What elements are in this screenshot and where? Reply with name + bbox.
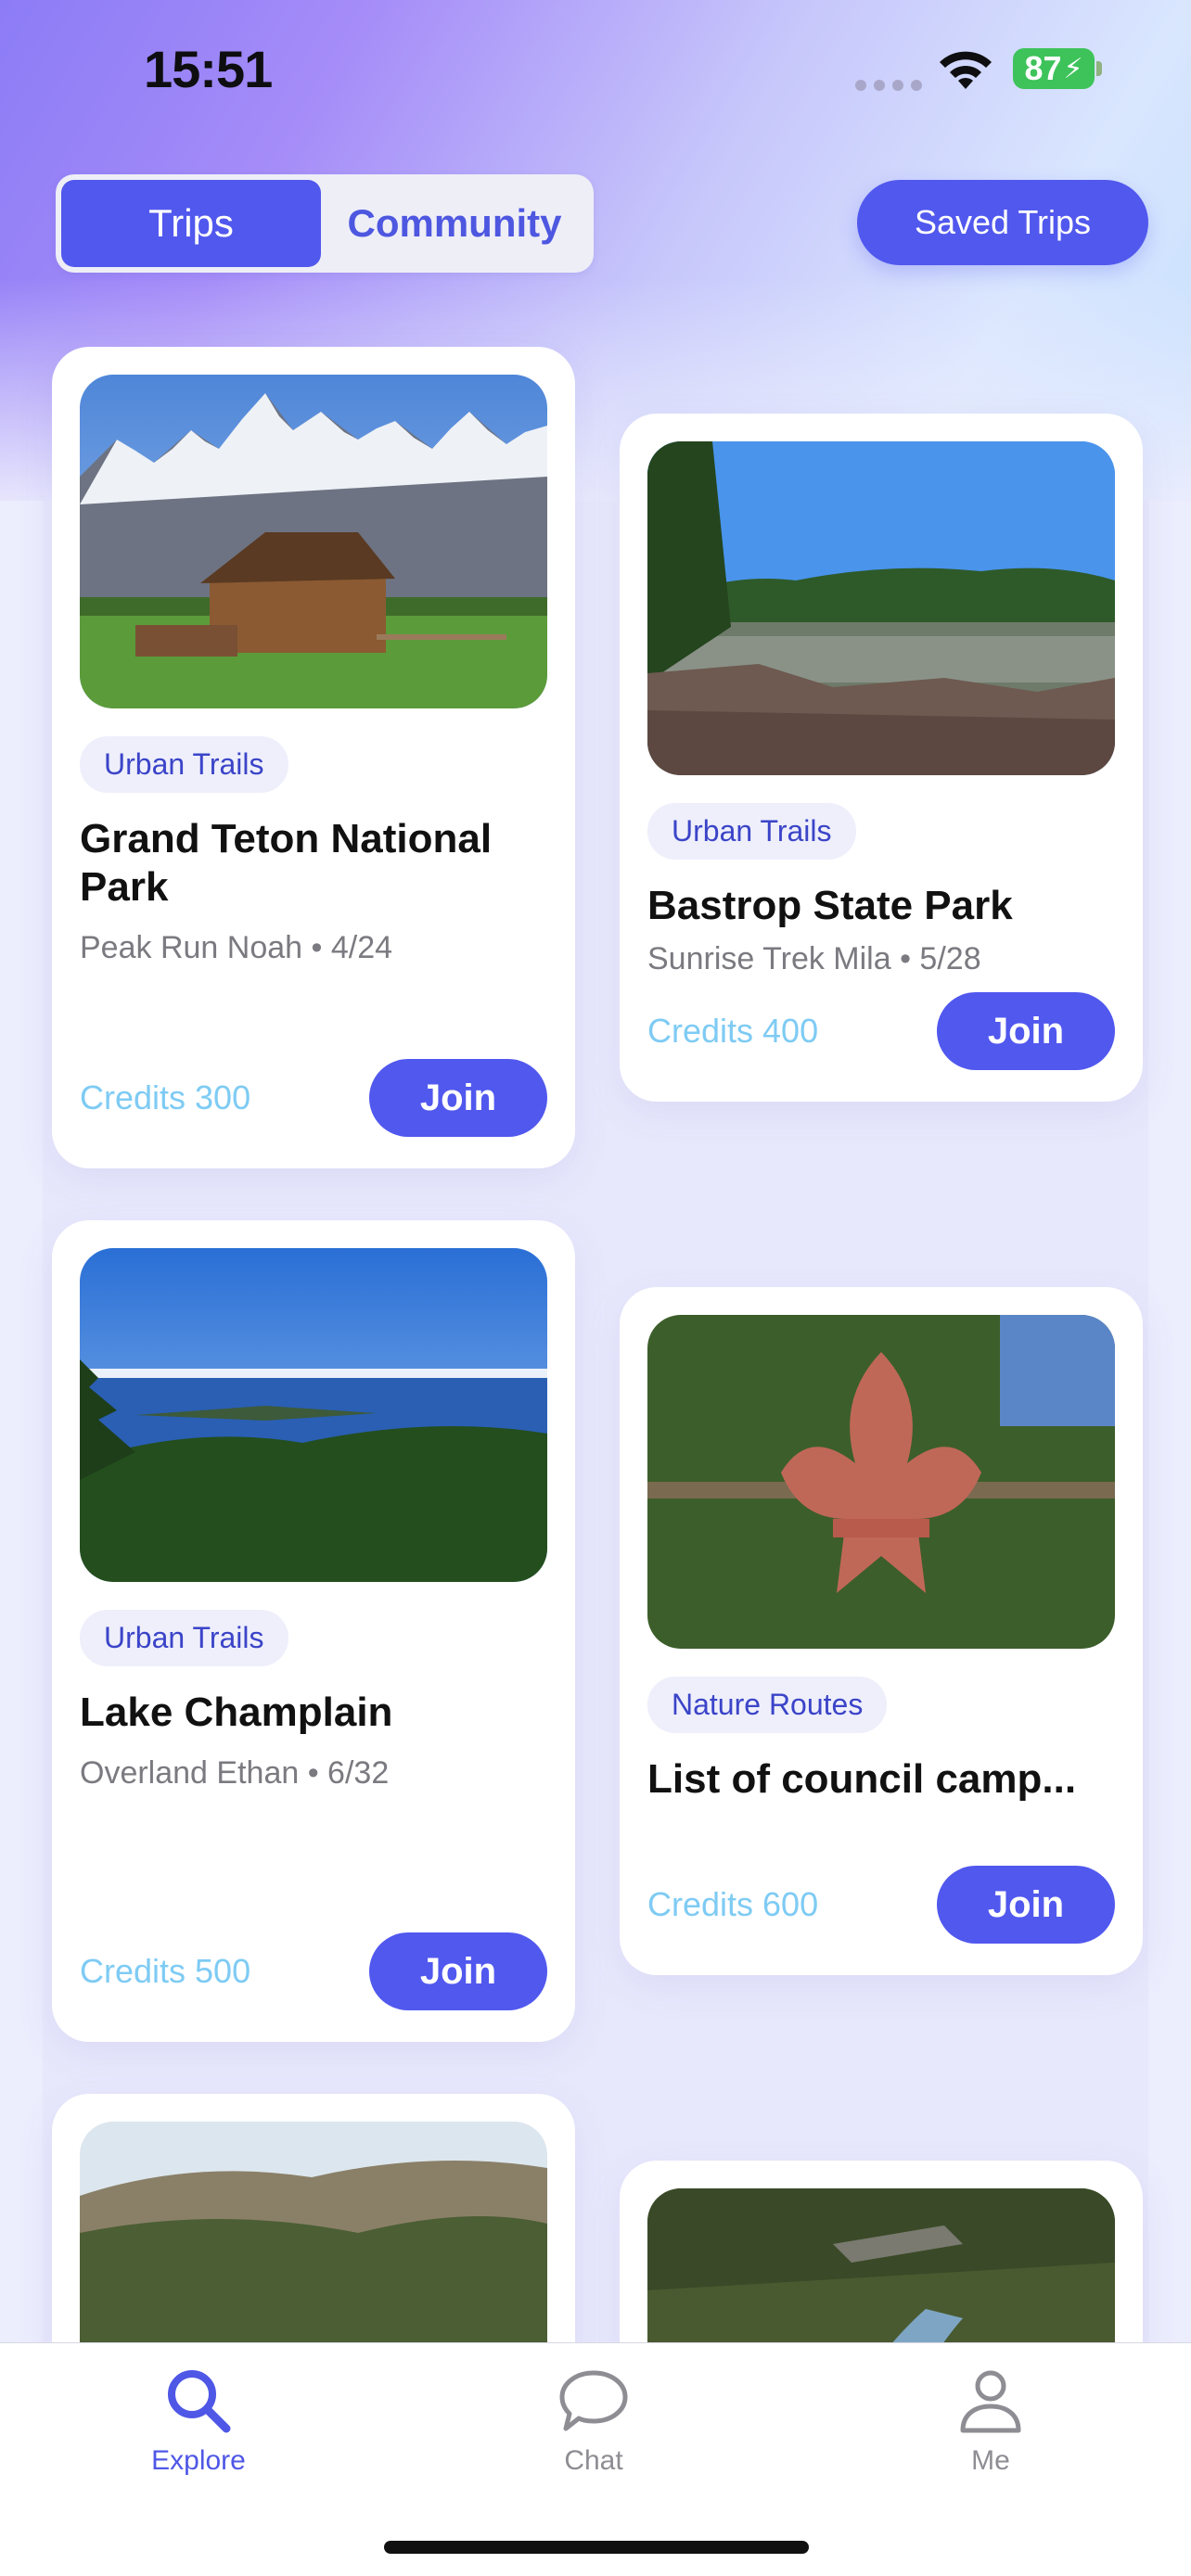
trip-photo-mountains-barn	[80, 375, 547, 708]
tab-label: Chat	[564, 2445, 623, 2476]
status-time: 15:51	[144, 40, 273, 98]
tab-trips[interactable]: Trips	[61, 180, 321, 267]
trip-photo-lake-forest	[80, 1248, 547, 1582]
tab-chat[interactable]: Chat	[501, 2364, 686, 2477]
join-button[interactable]: Join	[937, 1866, 1115, 1944]
credits-label: Credits 600	[647, 1885, 819, 1923]
trip-meta: Sunrise Trek Mila • 5/28	[647, 941, 981, 976]
battery-icon: 87 ⚡	[1013, 48, 1095, 89]
trip-card[interactable]: Urban Trails Grand Teton National Park P…	[52, 347, 575, 1168]
trip-card[interactable]: Nature Routes List of council camp... Cr…	[620, 1287, 1143, 1975]
tab-label: Explore	[151, 2445, 246, 2476]
trip-title: Grand Teton National Park	[80, 816, 493, 910]
battery-level: 87	[1024, 49, 1062, 87]
tab-community[interactable]: Community	[321, 180, 588, 267]
join-button[interactable]: Join	[369, 1059, 547, 1137]
search-icon	[168, 2370, 231, 2433]
trip-photo-fleur-de-lis	[647, 1315, 1115, 1649]
join-button[interactable]: Join	[369, 1932, 547, 2010]
home-indicator	[384, 2541, 809, 2554]
category-tag: Urban Trails	[80, 1610, 288, 1666]
wifi-icon	[940, 51, 992, 89]
category-tag: Urban Trails	[647, 803, 856, 860]
trip-card[interactable]: Urban Trails Lake Champlain Overland Eth…	[52, 1220, 575, 2042]
trips-community-toggle: Trips Community	[56, 174, 594, 273]
tab-explore[interactable]: Explore	[106, 2364, 291, 2477]
tab-me[interactable]: Me	[898, 2364, 1083, 2477]
person-icon	[960, 2370, 1021, 2433]
category-tag: Urban Trails	[80, 736, 288, 793]
cellular-signal-icon	[855, 80, 922, 91]
category-tag: Nature Routes	[647, 1677, 888, 1733]
trip-card[interactable]: Urban Trails Bastrop State Park Sunrise …	[620, 414, 1143, 1102]
trip-title: List of council camp...	[647, 1756, 1077, 1802]
credits-label: Credits 500	[80, 1952, 251, 1990]
trip-meta: Overland Ethan • 6/32	[80, 1755, 390, 1791]
trip-photo-lake-trees	[647, 441, 1115, 775]
join-button[interactable]: Join	[937, 992, 1115, 1070]
trip-title: Bastrop State Park	[647, 883, 1013, 928]
credits-label: Credits 300	[80, 1078, 251, 1116]
credits-label: Credits 400	[647, 1012, 819, 1050]
trip-meta: Peak Run Noah • 4/24	[80, 930, 393, 965]
trip-title: Lake Champlain	[80, 1690, 393, 1735]
tab-label: Me	[971, 2445, 1010, 2476]
chat-bubble-icon	[559, 2370, 628, 2431]
saved-trips-button[interactable]: Saved Trips	[857, 180, 1148, 265]
